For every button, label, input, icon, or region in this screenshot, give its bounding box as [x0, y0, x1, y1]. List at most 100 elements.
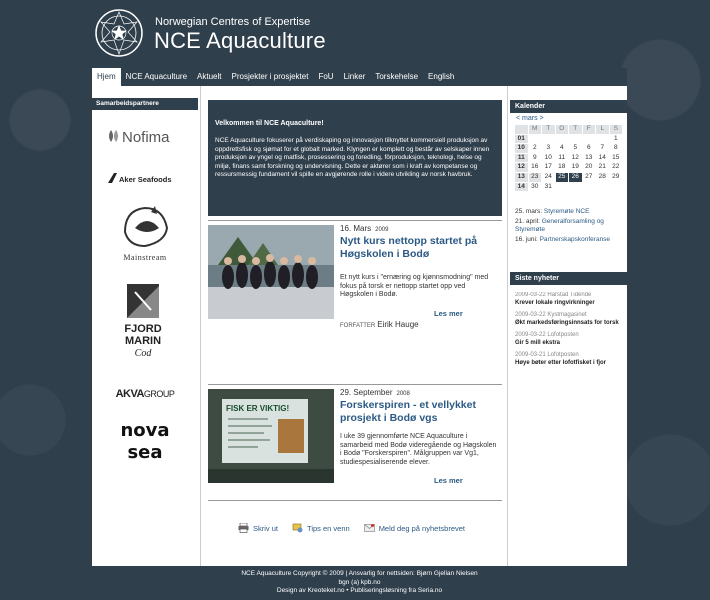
calendar-month-nav[interactable]: < mars >	[516, 115, 544, 122]
calendar-day[interactable]: 9	[528, 153, 541, 163]
partner-logo-fjord-marin-cod[interactable]: FJORD MARIN Cod	[92, 282, 198, 368]
read-more-link[interactable]: Les mer	[434, 309, 463, 318]
article-date: 16. Mars 2009	[340, 224, 389, 233]
upcoming-events: 25. mars: Styremøte NCE 21. april: Gener…	[515, 208, 623, 245]
calendar-day[interactable]: 4	[555, 144, 568, 153]
partner-logo-aker-seafoods[interactable]: Aker Seafoods	[92, 170, 198, 189]
calendar-day[interactable]: 12	[569, 153, 582, 163]
weekday-label: T	[569, 125, 582, 134]
site-title[interactable]: NCE Aquaculture	[154, 28, 326, 54]
newsletter-link[interactable]: Meld deg på nyhetsbrevet	[363, 523, 465, 533]
print-link[interactable]: Skriv ut	[238, 523, 278, 533]
printer-icon	[238, 523, 249, 533]
partners-heading: Samarbeidspartnere	[92, 98, 198, 110]
svg-text:FISK ER VIKTIG!: FISK ER VIKTIG!	[226, 404, 289, 413]
event-item[interactable]: 21. april: Generalforsamling og Styremøt…	[515, 218, 623, 235]
calendar-day[interactable]: 8	[609, 144, 622, 153]
nav-item-english[interactable]: English	[423, 68, 459, 86]
calendar-day[interactable]: 16	[528, 163, 541, 172]
tip-friend-link[interactable]: Tips en venn	[292, 523, 350, 533]
site-footer: NCE Aquaculture Copyright © 2009 | Ansva…	[92, 567, 627, 600]
calendar-day[interactable]: 11	[555, 153, 568, 163]
tip-friend-icon	[292, 523, 303, 533]
article-photo[interactable]: FISK ER VIKTIG!	[208, 389, 334, 483]
calendar-day[interactable]: 5	[569, 144, 582, 153]
article-title[interactable]: Forskerspiren - et vellykket prosjekt i …	[340, 399, 502, 424]
calendar-day[interactable]: 20	[582, 163, 595, 172]
welcome-box: Velkommen til NCE Aquaculture! NCE Aquac…	[208, 100, 502, 216]
welcome-body: NCE Aquaculture fokuserer på verdiskapin…	[215, 137, 490, 179]
calendar-grid: M T O T F L S 01 1 10 2 3 4 5 6 7 8 11 9…	[514, 124, 623, 192]
event-item[interactable]: 16. juni: Partnerskapskonferanse	[515, 236, 623, 245]
calendar-day[interactable]: 17	[542, 163, 555, 172]
news-meta: 2009-03-22 Kystmagasinet	[515, 312, 587, 318]
calendar-day[interactable]: 23	[528, 172, 541, 182]
article-author: FORFATTER Eirik Hauge	[340, 320, 419, 329]
article-footer-rule	[208, 500, 502, 502]
news-item[interactable]: 2009-03-21 Lofotposten Høye bøter etter …	[515, 352, 620, 367]
calendar-day[interactable]: 31	[542, 182, 555, 192]
nav-item-aktuelt[interactable]: Aktuelt	[192, 68, 226, 86]
footer-credits[interactable]: Design av Kreoteket.no • Publiseringsløs…	[92, 587, 627, 596]
nav-item-hjem[interactable]: Hjem	[92, 68, 121, 86]
partner-logo-akva-group[interactable]: AKVAGROUP	[92, 384, 198, 403]
article-excerpt: I uke 39 gjennomførte NCE Aquaculture i …	[340, 433, 497, 466]
article-excerpt: Et nytt kurs i "ernæring og kjønnsmodnin…	[340, 274, 489, 299]
calendar-day[interactable]: 28	[596, 172, 609, 182]
weekday-label: L	[596, 125, 609, 134]
article-title[interactable]: Nytt kurs nettopp startet på Høgskolen i…	[340, 235, 502, 260]
nav-item-fou[interactable]: FoU	[313, 68, 338, 86]
news-item[interactable]: 2009-03-22 Lofotposten Gir 5 mill ekstra	[515, 332, 620, 347]
calendar-day[interactable]: 22	[609, 163, 622, 172]
partner-logo-nova-sea[interactable]: nova sea	[92, 416, 198, 466]
nav-item-prosjekter[interactable]: Prosjekter i prosjektet	[227, 68, 314, 86]
news-title[interactable]: Høye bøter etter lofotfisket i fjor	[515, 360, 620, 368]
nav-item-linker[interactable]: Linker	[339, 68, 371, 86]
svg-text:nova: nova	[120, 420, 169, 441]
calendar-day[interactable]: 27	[582, 172, 595, 182]
partner-logo-nofima[interactable]: Nofima	[92, 126, 198, 150]
nav-item-nce-aquaculture[interactable]: NCE Aquaculture	[121, 68, 192, 86]
calendar-day[interactable]: 18	[555, 163, 568, 172]
news-meta: 2009-03-22 Harstad Tidende	[515, 292, 592, 298]
footer-email[interactable]: bgn (a) kpb.no	[92, 579, 627, 588]
calendar-day[interactable]: 15	[609, 153, 622, 163]
divider	[208, 220, 502, 221]
svg-text:FJORD: FJORD	[124, 323, 161, 335]
calendar-day[interactable]: 19	[569, 163, 582, 172]
calendar-day[interactable]: 13	[582, 153, 595, 163]
news-item[interactable]: 2009-03-22 Kystmagasinet Økt markedsføri…	[515, 312, 620, 327]
calendar-day[interactable]: 7	[596, 144, 609, 153]
nce-logo-icon[interactable]	[94, 8, 144, 58]
article-photo[interactable]	[208, 225, 334, 319]
week-number: 12	[515, 163, 528, 172]
calendar-day[interactable]: 1	[609, 134, 622, 144]
svg-text:AKVAGROUP: AKVAGROUP	[116, 388, 175, 399]
svg-text:Aker Seafoods: Aker Seafoods	[119, 175, 172, 184]
calendar-day[interactable]: 24	[542, 172, 555, 182]
calendar-day-event[interactable]: 25	[555, 172, 568, 182]
calendar-day[interactable]: 2	[528, 144, 541, 153]
news-title[interactable]: Økt markedsføringsinnsats for torsk	[515, 320, 620, 328]
partner-logo-mainstream[interactable]: Mainstream	[92, 202, 198, 268]
calendar-day[interactable]: 10	[542, 153, 555, 163]
event-item[interactable]: 25. mars: Styremøte NCE	[515, 208, 623, 217]
page-tools: Skriv ut Tips en venn Meld deg på nyhets…	[238, 523, 465, 533]
calendar-day[interactable]: 6	[582, 144, 595, 153]
news-meta: 2009-03-21 Lofotposten	[515, 352, 579, 358]
welcome-heading: Velkommen til NCE Aquaculture!	[215, 120, 324, 127]
latest-news-list: 2009-03-22 Harstad Tidende Krever lokale…	[515, 292, 620, 412]
news-title[interactable]: Gir 5 mill ekstra	[515, 340, 620, 348]
nav-item-torskehelse[interactable]: Torskehelse	[370, 68, 423, 86]
calendar-day-today[interactable]: 26	[569, 172, 582, 182]
calendar-day[interactable]: 3	[542, 144, 555, 153]
read-more-link[interactable]: Les mer	[434, 476, 463, 485]
calendar-day[interactable]: 14	[596, 153, 609, 163]
divider	[208, 384, 502, 385]
calendar-day[interactable]: 21	[596, 163, 609, 172]
calendar-day[interactable]: 30	[528, 182, 541, 192]
news-title[interactable]: Krever lokale ringvirkninger	[515, 300, 620, 308]
news-item[interactable]: 2009-03-22 Harstad Tidende Krever lokale…	[515, 292, 620, 307]
weekday-label: M	[528, 125, 541, 134]
calendar-day[interactable]: 29	[609, 172, 622, 182]
